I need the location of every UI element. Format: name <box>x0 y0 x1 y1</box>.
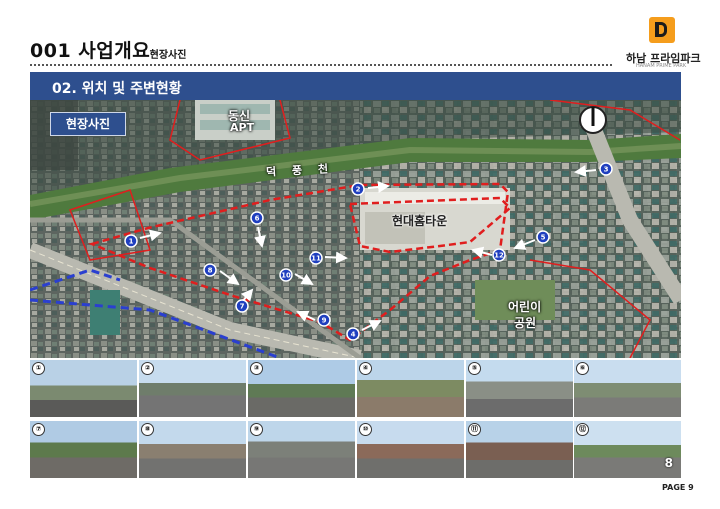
photo-number: ⑧ <box>141 423 154 436</box>
marker-6-label: 6 <box>255 215 260 223</box>
north-arrow-icon <box>579 106 607 134</box>
site-photo-12: ⑫ 8 <box>574 421 681 478</box>
site-photo-6: ⑥ <box>574 360 681 417</box>
marker-8-label: 8 <box>208 267 213 275</box>
park-label-line1: 어린이 <box>508 300 542 314</box>
photo-number: ② <box>141 362 154 375</box>
site-photo-11: ⑪ <box>466 421 573 478</box>
photo-number: ⑤ <box>468 362 481 375</box>
site-photo-3: ③ <box>248 360 355 417</box>
site-photo-7: ⑦ <box>30 421 137 478</box>
logo-icon <box>649 17 675 43</box>
apt-label-line2: APT <box>230 121 255 134</box>
park-label-line2: 공원 <box>514 316 537 330</box>
photo-number: ⑩ <box>359 423 372 436</box>
photo-number: ⑪ <box>468 423 481 436</box>
site-photo-1: ① <box>30 360 137 417</box>
page-number: PAGE 9 <box>662 483 694 492</box>
aerial-map: 1 2 3 4 5 6 7 8 9 10 11 12 현장사진 동신 APT 덕… <box>30 100 681 358</box>
marker-2-label: 2 <box>356 186 361 194</box>
site-photo-5: ⑤ <box>466 360 573 417</box>
marker-11-label: 11 <box>311 255 321 263</box>
page-subtitle: - 현장사진 <box>142 50 187 61</box>
photo-number: ④ <box>359 362 372 375</box>
site-photo-9: ⑨ <box>248 421 355 478</box>
section-title: 02. 위치 및 주변현황 <box>52 81 182 97</box>
corner-number: 8 <box>664 456 673 470</box>
marker-10-label: 10 <box>281 272 291 280</box>
page-title: 001 사업개요 <box>30 40 151 62</box>
photo-number: ⑨ <box>250 423 263 436</box>
photo-grid: ① ② ③ ④ ⑤ ⑥ ⑦ ⑧ ⑨ ⑩ ⑪ ⑫ 8 <box>30 360 681 478</box>
site-photo-10: ⑩ <box>357 421 464 478</box>
logo-tagline: HANAM PRIME PARK <box>636 63 687 69</box>
complex-label: 현대홈타운 <box>392 214 448 228</box>
marker-7-label: 7 <box>240 303 245 311</box>
marker-4-label: 4 <box>351 331 356 339</box>
site-photo-2: ② <box>139 360 246 417</box>
photo-number: ⑦ <box>32 423 45 436</box>
photo-number: ① <box>32 362 45 375</box>
site-photo-8: ⑧ <box>139 421 246 478</box>
marker-5-label: 5 <box>541 234 546 242</box>
photo-number: ⑥ <box>576 362 589 375</box>
marker-12-label: 12 <box>494 252 504 260</box>
marker-1-label: 1 <box>129 238 134 246</box>
site-photo-4: ④ <box>357 360 464 417</box>
marker-9-label: 9 <box>322 317 327 325</box>
header-divider <box>30 64 612 66</box>
marker-3-label: 3 <box>604 166 609 174</box>
photo-number: ⑫ <box>576 423 589 436</box>
section-bar: 02. 위치 및 주변현황 <box>30 72 681 100</box>
site-photo-badge: 현장사진 <box>50 112 126 136</box>
photo-number: ③ <box>250 362 263 375</box>
aerial-map-graphic: 1 2 3 4 5 6 7 8 9 10 11 12 <box>30 100 681 358</box>
